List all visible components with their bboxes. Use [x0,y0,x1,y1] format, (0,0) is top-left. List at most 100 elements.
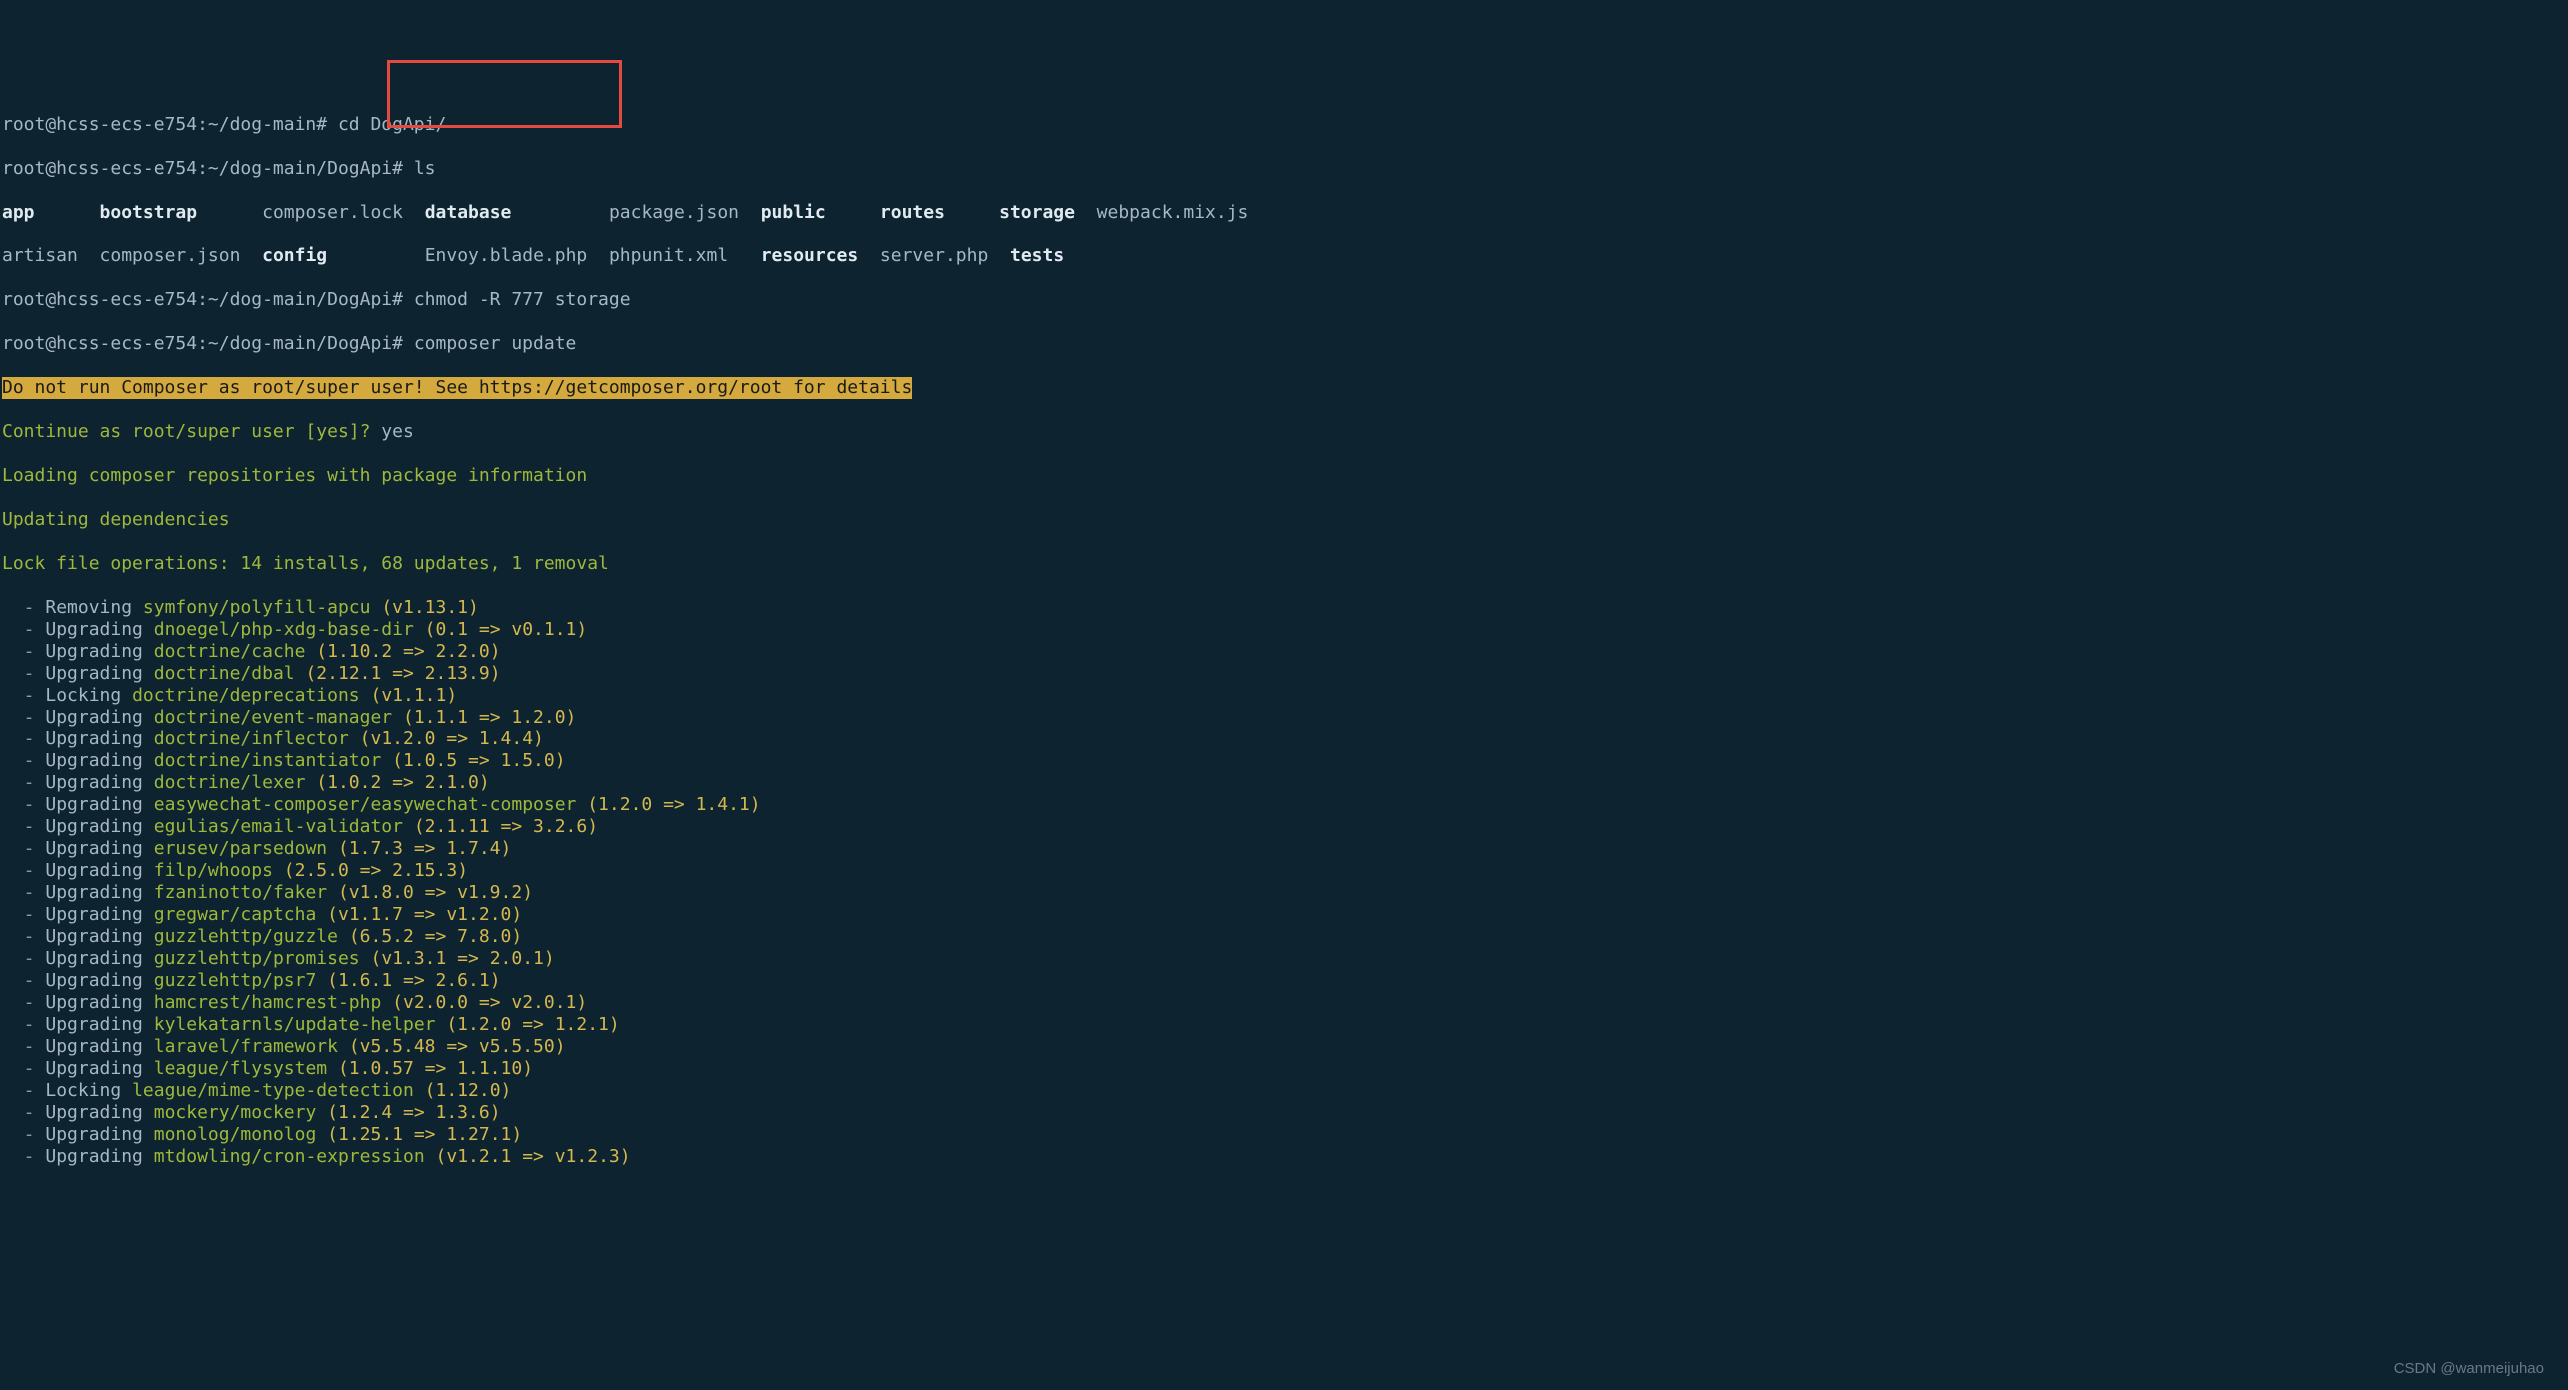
dash: - [2,948,45,969]
operation-row: - Upgrading doctrine/cache (1.10.2 => 2.… [0,641,2568,663]
package-name: symfony/polyfill-apcu [143,597,371,618]
operation-action: Locking [45,685,132,706]
package-name: doctrine/lexer [154,772,306,793]
dash: - [2,728,45,749]
operation-action: Upgrading [45,1146,153,1167]
version-change: (2.12.1 => 2.13.9) [305,663,500,684]
operation-action: Upgrading [45,904,153,925]
dash: - [2,882,45,903]
dash: - [2,685,45,706]
dash: - [2,619,45,640]
operation-row: - Upgrading monolog/monolog (1.25.1 => 1… [0,1124,2568,1146]
continue-answer: yes [381,421,414,442]
package-name: doctrine/inflector [154,728,349,749]
operation-action: Upgrading [45,882,153,903]
package-name: league/mime-type-detection [132,1080,414,1101]
operation-action: Upgrading [45,1124,153,1145]
package-name: fzaninotto/faker [154,882,327,903]
dash: - [2,641,45,662]
package-name: monolog/monolog [154,1124,317,1145]
dash: - [2,992,45,1013]
version-change: (1.0.5 => 1.5.0) [392,750,565,771]
operation-row: - Upgrading guzzlehttp/psr7 (1.6.1 => 2.… [0,970,2568,992]
dash: - [2,597,45,618]
version-change: (v1.2.0 => 1.4.4) [360,728,544,749]
package-name: doctrine/cache [154,641,306,662]
command-cd: cd DogApi/ [338,114,446,135]
version-change: (1.1.1 => 1.2.0) [403,707,576,728]
package-name: league/flysystem [154,1058,327,1079]
package-name: mockery/mockery [154,1102,317,1123]
operation-action: Upgrading [45,728,153,749]
operation-action: Upgrading [45,1102,153,1123]
operation-row: - Upgrading filp/whoops (2.5.0 => 2.15.3… [0,860,2568,882]
version-change: (2.5.0 => 2.15.3) [284,860,468,881]
package-name: kylekatarnls/update-helper [154,1014,436,1035]
dash: - [2,904,45,925]
package-name: egulias/email-validator [154,816,403,837]
dash: - [2,1146,45,1167]
dash: - [2,1058,45,1079]
package-name: dnoegel/php-xdg-base-dir [154,619,414,640]
dash: - [2,1124,45,1145]
operation-action: Upgrading [45,838,153,859]
operation-row: - Upgrading egulias/email-validator (2.1… [0,816,2568,838]
dash: - [2,816,45,837]
operation-action: Upgrading [45,794,153,815]
package-name: doctrine/event-manager [154,707,392,728]
operation-action: Upgrading [45,992,153,1013]
operation-row: - Removing symfony/polyfill-apcu (v1.13.… [0,597,2568,619]
operation-row: - Upgrading gregwar/captcha (v1.1.7 => v… [0,904,2568,926]
dash: - [2,1102,45,1123]
version-change: (v1.1.7 => v1.2.0) [327,904,522,925]
prompt: root@hcss-ecs-e754:~/dog-main/DogApi# [2,333,414,354]
composer-root-warning: Do not run Composer as root/super user! … [2,377,912,399]
version-change: (1.10.2 => 2.2.0) [316,641,500,662]
version-change: (v1.1.1) [370,685,457,706]
operation-row: - Upgrading kylekatarnls/update-helper (… [0,1014,2568,1036]
dash: - [2,1014,45,1035]
package-name: easywechat-composer/easywechat-composer [154,794,577,815]
prompt: root@hcss-ecs-e754:~/dog-main/DogApi# [2,289,414,310]
package-name: doctrine/instantiator [154,750,382,771]
operation-action: Upgrading [45,641,153,662]
operation-action: Removing [45,597,143,618]
operation-row: - Upgrading mockery/mockery (1.2.4 => 1.… [0,1102,2568,1124]
dash: - [2,707,45,728]
dash: - [2,860,45,881]
updating-deps: Updating dependencies [0,509,2568,531]
package-name: guzzlehttp/psr7 [154,970,317,991]
version-change: (v2.0.0 => v2.0.1) [392,992,587,1013]
package-name: doctrine/deprecations [132,685,360,706]
operation-action: Upgrading [45,816,153,837]
package-name: guzzlehttp/promises [154,948,360,969]
dash: - [2,1080,45,1101]
operation-row: - Upgrading easywechat-composer/easywech… [0,794,2568,816]
version-change: (1.2.0 => 1.2.1) [446,1014,619,1035]
version-change: (1.0.2 => 2.1.0) [316,772,489,793]
version-change: (1.2.4 => 1.3.6) [327,1102,500,1123]
version-change: (v5.5.48 => v5.5.50) [349,1036,566,1057]
version-change: (1.7.3 => 1.7.4) [338,838,511,859]
operation-row: - Upgrading doctrine/lexer (1.0.2 => 2.1… [0,772,2568,794]
terminal-output[interactable]: root@hcss-ecs-e754:~/dog-main# cd DogApi… [0,92,2568,1190]
operation-row: - Upgrading hamcrest/hamcrest-php (v2.0.… [0,992,2568,1014]
prompt: root@hcss-ecs-e754:~/dog-main/DogApi# [2,158,414,179]
package-name: filp/whoops [154,860,273,881]
package-name: guzzlehttp/guzzle [154,926,338,947]
version-change: (2.1.11 => 3.2.6) [414,816,598,837]
dash: - [2,970,45,991]
operation-action: Upgrading [45,750,153,771]
ls-output-row: artisan composer.json config Envoy.blade… [0,245,2568,267]
prompt: root@hcss-ecs-e754:~/dog-main# [2,114,338,135]
operation-row: - Upgrading guzzlehttp/guzzle (6.5.2 => … [0,926,2568,948]
dash: - [2,772,45,793]
package-name: laravel/framework [154,1036,338,1057]
operation-action: Upgrading [45,860,153,881]
operation-action: Upgrading [45,1036,153,1057]
loading-repos: Loading composer repositories with packa… [0,465,2568,487]
version-change: (v1.13.1) [381,597,479,618]
operation-action: Upgrading [45,663,153,684]
operation-action: Locking [45,1080,132,1101]
operation-action: Upgrading [45,970,153,991]
